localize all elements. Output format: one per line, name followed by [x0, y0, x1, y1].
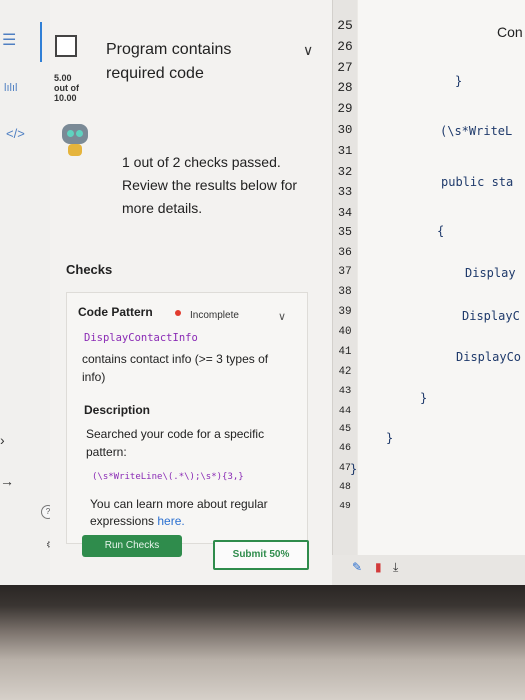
function-name: DisplayContactInfo	[84, 332, 198, 344]
active-indicator	[40, 22, 42, 62]
icon-rail: ☰ lılıl </> › → ? ⚙	[0, 0, 55, 585]
code-line-45: }	[350, 462, 358, 476]
description-text: Searched your code for a specific patter…	[86, 427, 265, 459]
code-line-31: public sta	[441, 175, 514, 189]
line-number: 37	[338, 266, 352, 279]
line-number: 28	[337, 81, 353, 96]
code-line-29: (\s*WriteL	[440, 124, 513, 138]
code-tag-icon[interactable]: </>	[6, 126, 25, 141]
line-number: 33	[337, 185, 353, 200]
code-editor[interactable]	[358, 0, 525, 585]
line-number: 30	[337, 123, 353, 138]
line-number: 27	[337, 60, 353, 76]
checks-heading: Checks	[66, 262, 113, 277]
line-number: 40	[338, 326, 352, 339]
pencil-icon[interactable]: ✎	[352, 560, 362, 574]
check-title: Code Pattern	[78, 305, 153, 319]
check-requirement: contains contact info (>= 3 types of inf…	[82, 352, 269, 384]
line-number: 29	[337, 102, 353, 117]
line-number: 48	[339, 481, 351, 493]
regex-pattern: (\s*WriteLine\(.*\);\s*){3,}	[92, 472, 244, 482]
run-checks-button[interactable]: Run Checks	[82, 535, 182, 557]
score-value: 5.00	[54, 73, 72, 83]
download-icon[interactable]: ⤓	[393, 560, 398, 575]
screen: ☰ lılıl </> › → ? ⚙ Program contains req…	[0, 0, 525, 585]
code-line-39: DisplayCo	[456, 350, 522, 364]
line-number: 46	[338, 443, 352, 455]
code-line-27: }	[455, 74, 463, 88]
line-number: 35	[338, 226, 352, 239]
line-number: 25	[337, 18, 353, 33]
description-heading: Description	[84, 403, 151, 417]
line-number: 42	[338, 365, 352, 378]
learn-more-link[interactable]: here.	[157, 514, 184, 528]
code-line-35: Display	[465, 266, 516, 280]
code-line-41: }	[420, 391, 428, 405]
line-number: 34	[337, 205, 353, 220]
laptop-bezel	[0, 585, 525, 700]
score: 5.00 out of 10.00	[54, 73, 79, 103]
code-line-33: {	[437, 224, 445, 238]
trash-icon[interactable]: ▮	[375, 560, 382, 574]
code-line-25: Con	[497, 24, 523, 40]
submit-button[interactable]: Submit 50%	[213, 540, 309, 570]
code-line-43: }	[386, 431, 394, 445]
line-number: 45	[338, 424, 352, 435]
line-number: 41	[338, 346, 352, 358]
line-number: 49	[339, 500, 351, 512]
section-title: Program contains required code	[106, 41, 232, 82]
score-max: 10.00	[54, 93, 77, 103]
line-number: 39	[338, 306, 352, 319]
chevron-down-icon[interactable]: ∨	[303, 42, 313, 59]
line-number: 31	[337, 144, 353, 158]
score-out-of: out of	[54, 83, 79, 93]
status-dot	[175, 310, 181, 316]
line-number: 26	[337, 39, 353, 55]
card-chevron-down-icon[interactable]: ∨	[278, 310, 286, 323]
learn-more: You can learn more about regular express…	[90, 496, 280, 530]
arrow-right-icon[interactable]: →	[0, 473, 14, 489]
line-number: 44	[338, 404, 352, 417]
check-summary: 1 out of 2 checks passed. Review the res…	[122, 154, 298, 216]
code-line-37: DisplayC	[462, 309, 520, 323]
line-number: 36	[338, 246, 352, 260]
chevron-right-icon[interactable]: ›	[0, 432, 5, 448]
line-number: 43	[338, 385, 352, 398]
line-number: 32	[337, 164, 353, 179]
status-badge: Incomplete	[190, 310, 239, 321]
line-number: 38	[338, 286, 352, 299]
chart-icon[interactable]: lılıl	[4, 82, 17, 94]
robot-icon	[60, 122, 90, 158]
menu-icon[interactable]: ☰	[2, 30, 16, 50]
completion-checkbox[interactable]	[55, 35, 77, 57]
